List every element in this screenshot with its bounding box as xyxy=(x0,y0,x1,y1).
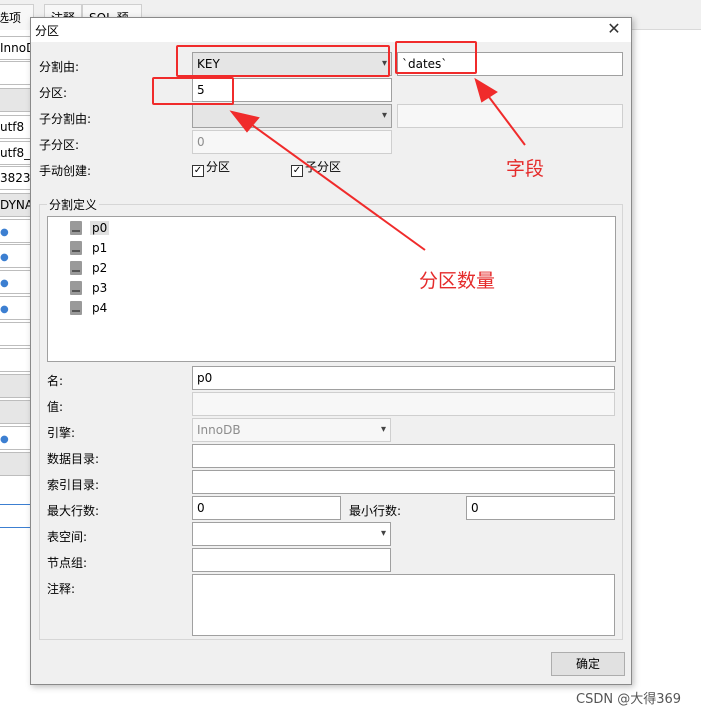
subpartition-by-label: 子分割由: xyxy=(39,112,92,126)
data-dir-label: 数据目录: xyxy=(47,452,100,466)
partition-dialog: 分区 ✕ 分割由: KEY ▾ `dates` 分区: 5 子分割由: ▾ 子分… xyxy=(30,17,632,685)
bg-cell[interactable] xyxy=(0,348,32,372)
tree-item-p1[interactable]: p1 xyxy=(70,239,109,257)
dialog-titlebar: 分区 ✕ xyxy=(31,18,631,42)
bg-cell-gray xyxy=(0,374,32,398)
name-label: 名: xyxy=(47,374,64,388)
chevron-down-icon: ▾ xyxy=(381,110,387,121)
partition-definition-title: 分割定义 xyxy=(47,196,100,213)
partition-icon xyxy=(70,241,82,255)
manual-subpartition-label: 子分区 xyxy=(305,160,342,174)
data-dir-input[interactable] xyxy=(192,444,615,468)
bg-cell-gray xyxy=(0,452,32,476)
partition-tree[interactable]: p0 p1 p2 p3 p4 xyxy=(47,216,616,362)
comment-textarea[interactable] xyxy=(192,574,615,636)
comment-label: 注释: xyxy=(47,582,76,596)
dialog-title: 分区 xyxy=(35,24,60,38)
subpartition-field-input[interactable] xyxy=(397,104,623,128)
value-label: 值: xyxy=(47,400,64,414)
partition-value-input[interactable] xyxy=(192,392,615,416)
chevron-down-icon: ▾ xyxy=(380,528,386,539)
bg-rowformat-cell[interactable]: DYNAMIC xyxy=(0,193,32,217)
tree-item-label: p0 xyxy=(90,221,110,235)
tree-item-label: p2 xyxy=(92,261,108,275)
manual-create-label: 手动创建: xyxy=(39,164,92,178)
bg-charset-cell[interactable]: utf8 xyxy=(0,115,32,139)
subpartitions-count-input[interactable]: 0 xyxy=(192,130,392,154)
partition-by-label: 分割由: xyxy=(39,60,80,74)
watermark-text: CSDN @大得369 xyxy=(576,692,682,707)
nodegroup-label: 节点组: xyxy=(47,556,88,570)
tablespace-select[interactable]: ▾ xyxy=(192,522,391,546)
partition-name-input[interactable]: p0 xyxy=(192,366,615,390)
subpartition-by-select[interactable]: ▾ xyxy=(192,104,392,128)
engine-label: 引擎: xyxy=(47,426,76,440)
chevron-down-icon: ▾ xyxy=(380,424,386,435)
manual-subpartition-checkbox[interactable]: ✓ 子分区 xyxy=(291,158,341,177)
tree-item-p3[interactable]: p3 xyxy=(70,279,109,297)
index-dir-label: 索引目录: xyxy=(47,478,100,492)
ok-button[interactable]: 确定 xyxy=(551,652,625,676)
subpartitions-label: 子分区: xyxy=(39,138,80,152)
max-rows-input[interactable]: 0 xyxy=(192,496,341,520)
nodegroup-input[interactable] xyxy=(192,548,391,572)
bg-cell[interactable]: ● xyxy=(0,244,32,268)
tree-item-label: p4 xyxy=(92,301,108,315)
tab-options[interactable]: 选项 xyxy=(0,4,34,30)
bg-collation-cell[interactable]: utf8_u xyxy=(0,141,32,165)
max-rows-label: 最大行数: xyxy=(47,504,100,518)
min-rows-input[interactable]: 0 xyxy=(466,496,615,520)
bg-cell-gray xyxy=(0,400,32,424)
partition-icon xyxy=(70,301,82,315)
background-form-column: InnoDB utf8 utf8_u 38234 DYNAMIC ● ● ● ●… xyxy=(0,30,32,714)
annotation-count-text: 分区数量 xyxy=(419,270,496,292)
engine-value: InnoDB xyxy=(197,423,241,437)
bg-autoinc-cell[interactable]: 38234 xyxy=(0,166,32,190)
partition-icon xyxy=(70,261,82,275)
manual-partition-label: 分区 xyxy=(206,160,231,174)
tablespace-label: 表空间: xyxy=(47,530,88,544)
annotation-box-field xyxy=(395,41,477,74)
bg-cell[interactable] xyxy=(0,322,32,346)
tree-item-p4[interactable]: p4 xyxy=(70,299,109,317)
bg-cell[interactable]: ● xyxy=(0,426,32,450)
partition-icon xyxy=(70,281,82,295)
bg-engine-cell[interactable]: InnoDB xyxy=(0,36,32,60)
bg-cell-focused[interactable] xyxy=(0,504,32,528)
bg-cell[interactable]: ● xyxy=(0,296,32,320)
min-rows-label: 最小行数: xyxy=(349,504,402,518)
tree-item-label: p3 xyxy=(92,281,108,295)
checkbox-checked-icon: ✓ xyxy=(291,165,303,177)
annotation-field-text: 字段 xyxy=(506,158,545,180)
bg-cell[interactable]: ● xyxy=(0,270,32,294)
checkbox-checked-icon: ✓ xyxy=(192,165,204,177)
index-dir-input[interactable] xyxy=(192,470,615,494)
tree-item-p2[interactable]: p2 xyxy=(70,259,109,277)
manual-partition-checkbox[interactable]: ✓ 分区 xyxy=(192,158,230,177)
annotation-box-count xyxy=(152,77,234,105)
bg-cell-blank[interactable] xyxy=(0,61,32,85)
bg-cell[interactable]: ● xyxy=(0,219,32,243)
engine-select[interactable]: InnoDB ▾ xyxy=(192,418,391,442)
bg-cell-gray xyxy=(0,88,32,112)
annotation-box-partition-by xyxy=(176,45,390,77)
partitions-label: 分区: xyxy=(39,86,68,100)
tree-item-label: p1 xyxy=(92,241,108,255)
tree-item-p0[interactable]: p0 xyxy=(70,219,110,237)
partition-icon xyxy=(70,221,82,235)
close-icon[interactable]: ✕ xyxy=(605,20,623,38)
